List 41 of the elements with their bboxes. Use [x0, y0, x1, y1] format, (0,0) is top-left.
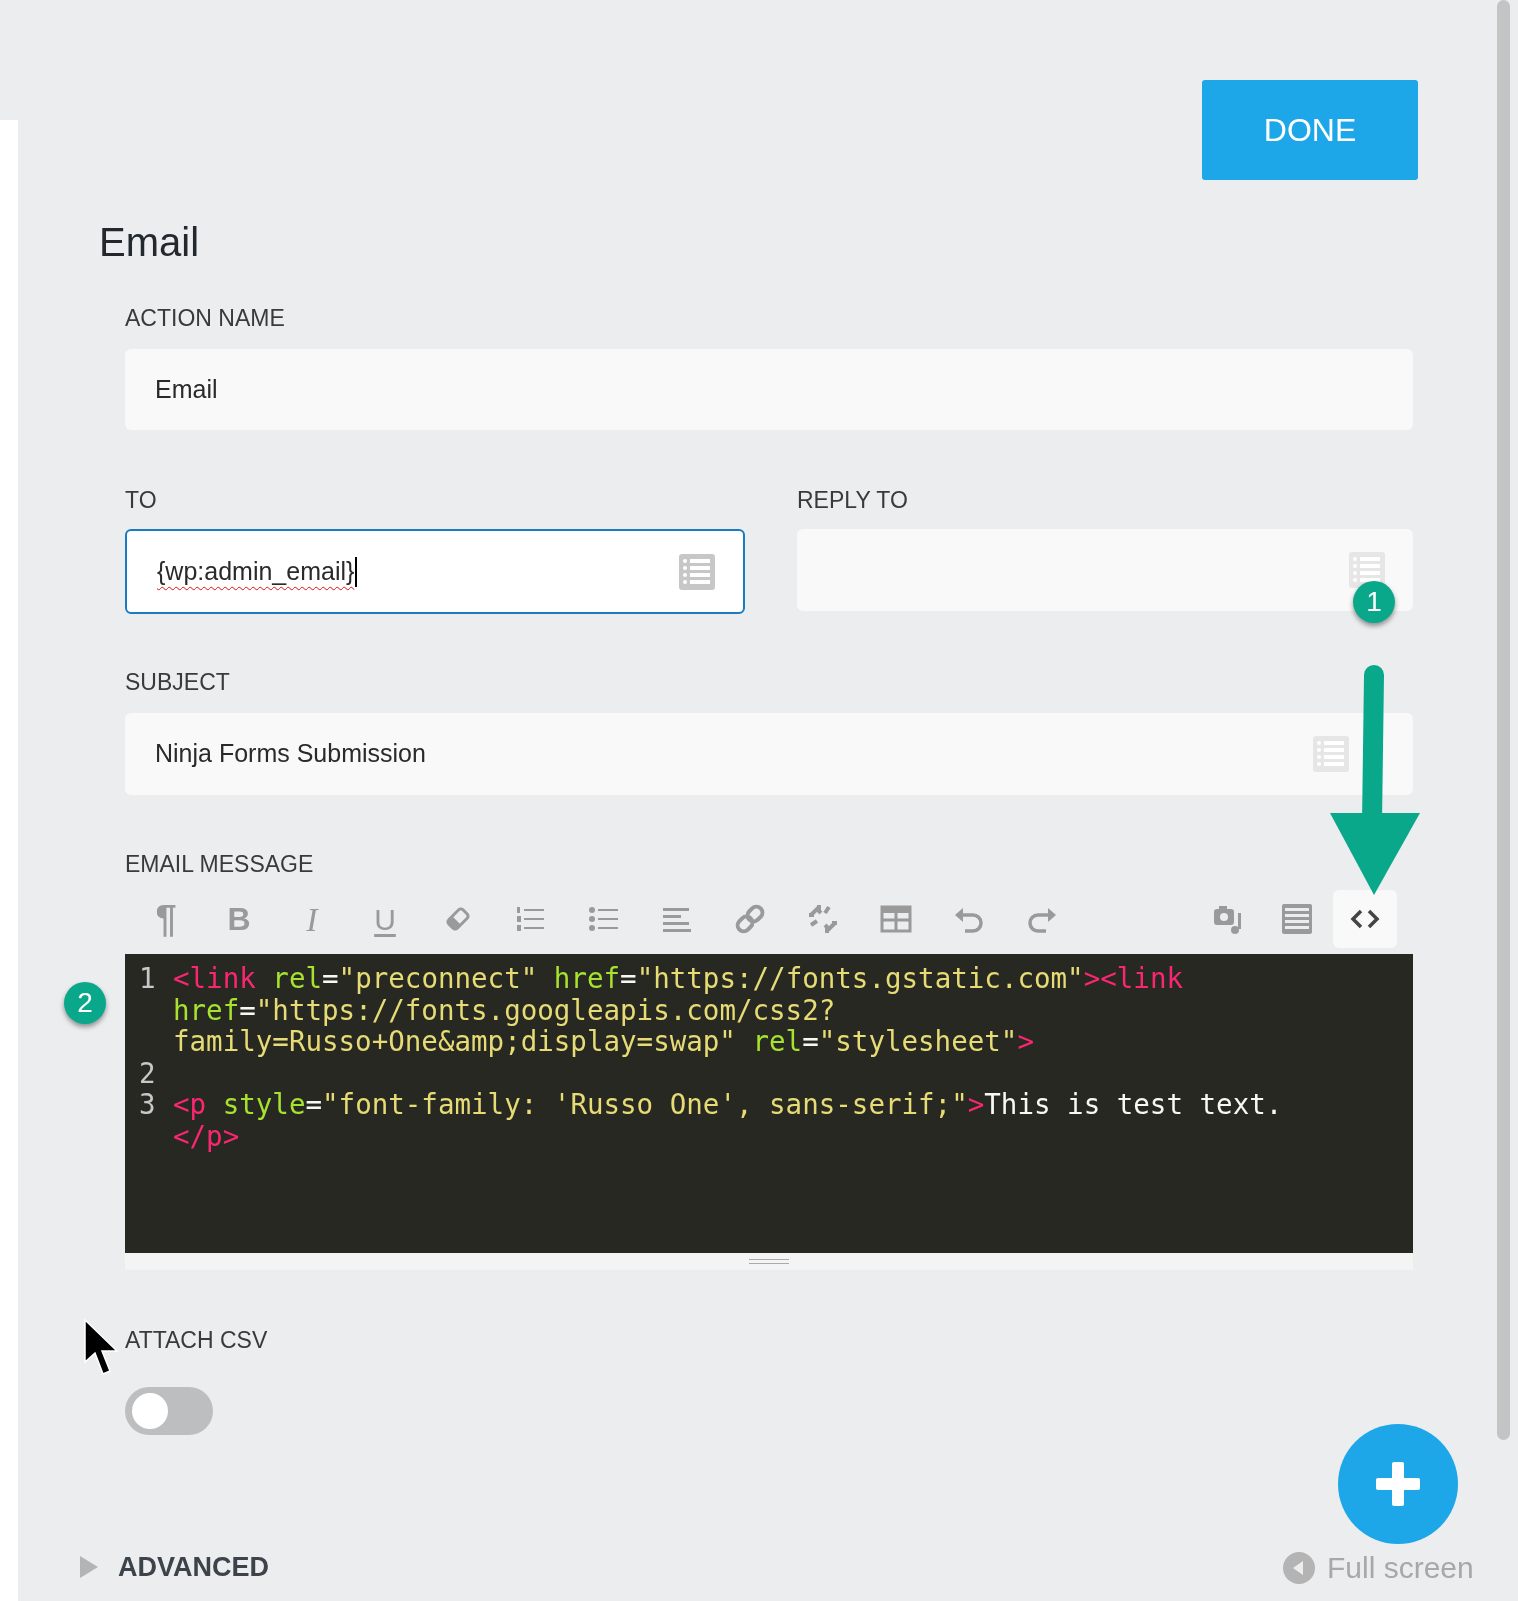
toolbar-button[interactable]: B — [210, 890, 268, 948]
field-label: ATTACH CSV — [125, 1326, 268, 1354]
code-line: href="https://fonts.googleapis.com/css2? — [173, 994, 836, 1026]
code-line: </p> — [173, 1120, 240, 1152]
toolbar-button[interactable]: U — [356, 890, 414, 948]
line-number: 1 — [139, 962, 156, 994]
list-icon — [679, 553, 715, 590]
code-line: family=Russo+One&amp;display=swap" rel="stylesheet"> — [173, 1026, 1034, 1058]
list-icon — [1349, 552, 1385, 588]
line-number: 3 — [139, 1088, 156, 1120]
list-icon — [1281, 903, 1313, 935]
done-button[interactable]: DONE — [1202, 80, 1418, 180]
plus-icon — [1374, 1460, 1422, 1508]
field-label: TO — [125, 486, 157, 514]
step-badge: 1 — [1353, 581, 1395, 623]
full-screen-link[interactable]: Full screen — [1327, 1550, 1474, 1586]
code-editor[interactable] — [125, 954, 1413, 1253]
field-label: EMAIL MESSAGE — [125, 850, 314, 878]
toolbar-button[interactable]: ¶ — [137, 890, 195, 948]
link-icon — [734, 903, 766, 935]
field-label: SUBJECT — [125, 668, 230, 696]
step-badge: 2 — [64, 982, 106, 1024]
input-field[interactable]: Email — [125, 349, 1413, 430]
input-field[interactable]: Ninja Forms Submission — [125, 713, 1413, 795]
section-heading: Email — [99, 219, 200, 266]
table-icon — [880, 903, 912, 935]
code-line: <link rel="preconnect" href="https://fonts.gstatic.com"><link — [173, 963, 1183, 995]
field-label: REPLY TO — [797, 486, 908, 514]
list-icon — [1313, 736, 1349, 772]
field-label: ACTION NAME — [125, 304, 285, 332]
broken-link-icon — [807, 903, 839, 935]
advanced-toggle[interactable]: ADVANCED — [118, 1547, 269, 1588]
code-line: <p style="font-family: 'Russo One', sans-serif;">This is test text. — [173, 1089, 1283, 1121]
resize-handle[interactable] — [125, 1253, 1413, 1270]
toolbar-button[interactable] — [1333, 890, 1397, 948]
scrollbar-thumb[interactable] — [1497, 0, 1510, 1440]
input-field[interactable]: {wp:admin_email} — [125, 529, 745, 614]
input-field[interactable] — [797, 529, 1413, 611]
line-number: 2 — [139, 1056, 156, 1089]
toggle-switch[interactable] — [125, 1387, 213, 1435]
toolbar-button[interactable]: I — [283, 890, 341, 948]
